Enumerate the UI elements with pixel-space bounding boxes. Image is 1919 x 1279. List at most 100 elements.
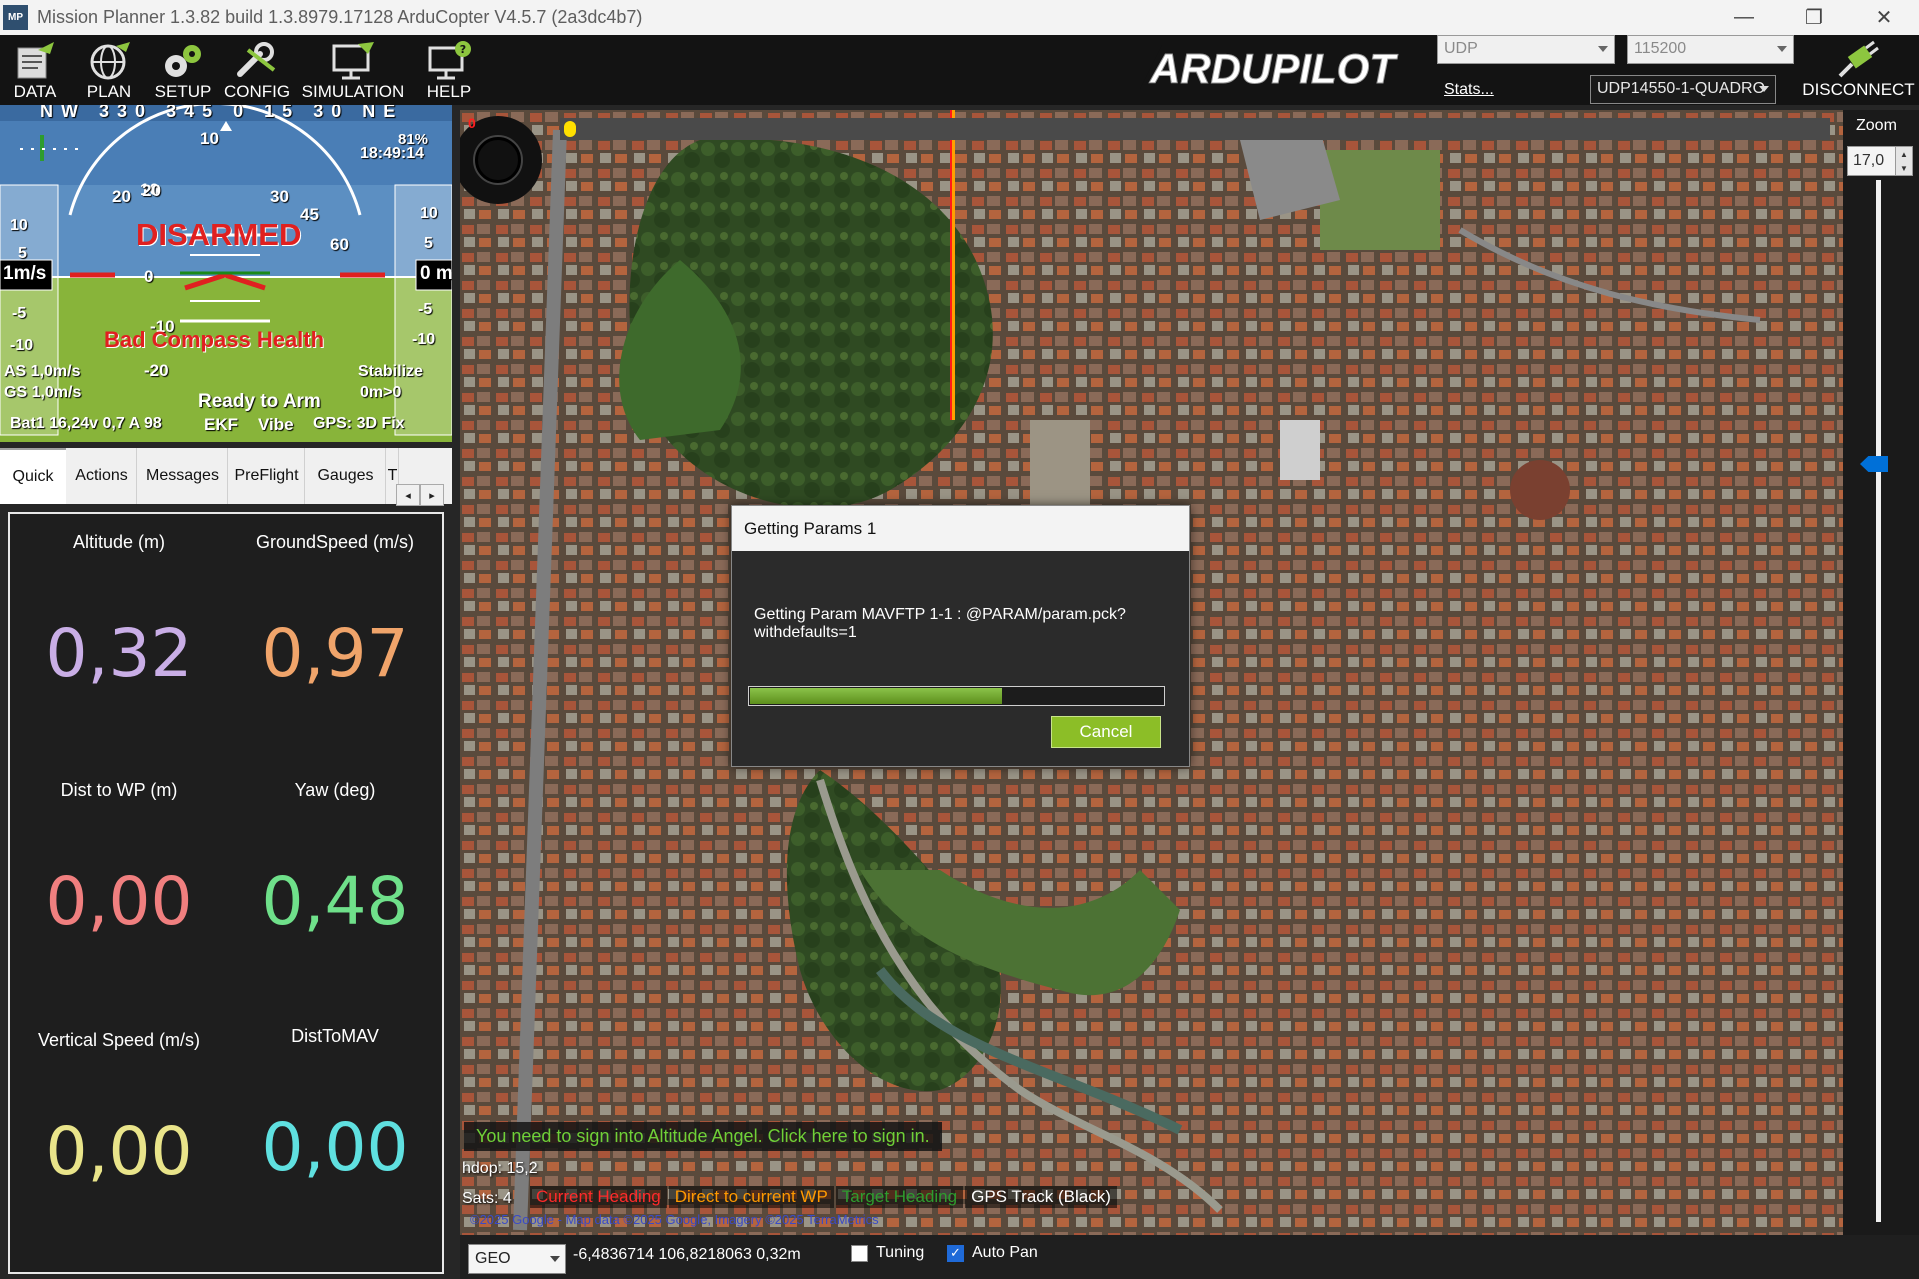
svg-text:?: ? [460, 43, 466, 56]
connection-type-select[interactable]: UDP [1437, 35, 1615, 64]
monitor-help-icon: ? [428, 41, 471, 80]
chevron-down-icon [1598, 46, 1608, 52]
zoom-label: Zoom [1856, 117, 1897, 134]
speed-tick-minus5: -5 [12, 305, 27, 322]
alt-tick-minus5: -5 [418, 301, 433, 318]
menu-data-label: DATA [13, 82, 57, 101]
alt-tick-10: 10 [420, 205, 438, 222]
map-legend: Current Heading Direct to current WP Tar… [530, 1186, 1119, 1208]
tab-preflight[interactable]: PreFlight [229, 448, 305, 504]
tuning-checkbox[interactable]: Tuning [851, 1244, 924, 1262]
autopan-checkbox[interactable]: ✓ Auto Pan [947, 1244, 1038, 1262]
getting-params-dialog: Getting Params 1 Getting Param MAVFTP 1-… [731, 505, 1190, 767]
health-warning: Bad Compass Health [104, 327, 325, 352]
quick-view-panel: Altitude (m) 0,32 GroundSpeed (m/s) 0,97… [8, 512, 444, 1274]
menu-config-button[interactable]: CONFIG [222, 38, 292, 104]
compass-15: 15 [264, 105, 301, 121]
pitch-label-0: 0 [144, 267, 154, 286]
roll-label-30: 30 [270, 187, 289, 206]
coord-system-select[interactable]: GEO [468, 1244, 566, 1274]
hud-compass-strip: NW 330 345 0 15 30 NE [40, 105, 403, 122]
quick-label-dist-to-wp: Dist to WP (m) [60, 780, 178, 800]
window-title: Mission Planner 1.3.82 build 1.3.8979.17… [37, 7, 643, 27]
menu-plan-label: PLAN [86, 82, 132, 101]
roll-label-60: 60 [330, 235, 349, 254]
ekf-button[interactable]: EKF [204, 415, 238, 435]
tab-gauges[interactable]: Gauges [306, 448, 386, 504]
stats-link[interactable]: Stats... [1444, 81, 1494, 99]
quick-value-groundspeed: 0,97 [261, 615, 409, 692]
quick-cell-dist-to-mav[interactable]: DistToMAV 0,00 [228, 1026, 442, 1186]
hud-time: 18:49:14 [360, 145, 425, 162]
quick-cell-vertical-speed[interactable]: Vertical Speed (m/s) 0,00 [12, 1030, 226, 1190]
tab-scroll-buttons: ◂ ▸ [396, 484, 446, 506]
quick-value-vertical-speed: 0,00 [45, 1113, 193, 1190]
params-progress-bar [748, 686, 1165, 706]
maximize-button[interactable]: ❐ [1779, 0, 1849, 35]
compass-30: 30 [313, 105, 350, 121]
altitude-readout: 0 m [420, 263, 452, 284]
quick-cell-dist-to-wp[interactable]: Dist to WP (m) 0,00 [12, 780, 226, 940]
tab-scroll-left-button[interactable]: ◂ [396, 484, 420, 506]
tab-messages[interactable]: Messages [138, 448, 228, 504]
quick-cell-altitude[interactable]: Altitude (m) 0,32 [12, 532, 226, 692]
menu-plan-button[interactable]: PLAN [78, 38, 140, 104]
ardupilot-logo: ARDUPILOT [1140, 45, 1436, 93]
quick-value-yaw: 0,48 [261, 863, 409, 940]
check-icon[interactable]: ✓ [947, 1244, 964, 1262]
legend-target-heading: Target Heading [835, 1186, 964, 1208]
quick-cell-yaw[interactable]: Yaw (deg) 0,48 [228, 780, 442, 940]
mission-planner-window: MP Mission Planner 1.3.82 build 1.3.8979… [0, 0, 1919, 1279]
dialog-title: Getting Params 1 [732, 506, 1189, 551]
chevron-up-icon[interactable]: ▲ [1900, 150, 1908, 159]
distance-readout: 0m>0 [360, 384, 402, 401]
chevron-down-icon [1777, 46, 1787, 52]
slider-handle[interactable] [564, 121, 576, 137]
menu-data-button[interactable]: DATA [2, 38, 68, 104]
tuning-checkbox-box[interactable] [851, 1244, 868, 1262]
altitude-angel-signin-link[interactable]: You need to sign into Altitude Angel. Cl… [464, 1122, 942, 1151]
menu-setup-button[interactable]: SETUP [150, 38, 216, 104]
cancel-button[interactable]: Cancel [1051, 716, 1161, 748]
compass-330: 330 [99, 105, 154, 121]
legend-gps-track: GPS Track (Black) [965, 1186, 1117, 1208]
menu-setup-label: SETUP [154, 82, 212, 101]
quick-label-altitude: Altitude (m) [72, 532, 166, 552]
chevron-down-icon [550, 1256, 560, 1262]
timeline-slider[interactable] [560, 118, 1830, 140]
chevron-down-icon[interactable]: ▼ [1900, 164, 1908, 173]
minimize-button[interactable]: — [1709, 0, 1779, 35]
disconnect-button[interactable]: DISCONNECT [1800, 38, 1917, 104]
battery-readout: Bat1 16,24v 0,7 A 98 [10, 415, 162, 432]
zoom-track[interactable] [1876, 180, 1881, 1222]
alt-tick-5: 5 [424, 235, 433, 252]
quick-value-altitude: 0,32 [45, 615, 193, 692]
left-tabs: Quick Actions Messages PreFlight Gauges … [0, 448, 452, 504]
connection-profile-select[interactable]: UDP14550-1-QUADRO [1590, 75, 1776, 104]
baud-rate-select[interactable]: 115200 [1627, 35, 1794, 64]
compass-345: 345 [166, 105, 221, 121]
zoom-input[interactable]: 17,0 [1847, 146, 1897, 176]
groundspeed-readout: GS 1,0m/s [4, 384, 82, 401]
globe-icon [90, 42, 130, 80]
menu-simulation-button[interactable]: SIMULATION [298, 38, 408, 104]
gps-status: GPS: 3D Fix [313, 415, 405, 432]
quick-label-yaw: Yaw (deg) [294, 780, 376, 800]
tab-quick[interactable]: Quick [0, 448, 66, 504]
quick-label-groundspeed: GroundSpeed (m/s) [255, 532, 415, 552]
close-button[interactable]: ✕ [1849, 0, 1919, 35]
menu-help-button[interactable]: ? HELP [416, 38, 482, 104]
cursor-coordinates: -6,4836714 106,8218063 0,32m [573, 1246, 801, 1263]
app-icon: MP [3, 5, 28, 30]
monitor-plane-icon [332, 42, 374, 80]
disconnect-label: DISCONNECT [1802, 80, 1915, 99]
flight-hud[interactable]: NW 330 345 0 15 30 NE 81% 18:49:14 10 20… [0, 105, 452, 442]
quick-cell-groundspeed[interactable]: GroundSpeed (m/s) 0,97 [228, 532, 442, 692]
tab-scroll-right-button[interactable]: ▸ [420, 484, 444, 506]
tab-actions[interactable]: Actions [67, 448, 137, 504]
zoom-stepper[interactable]: ▲ ▼ [1895, 146, 1913, 176]
slider-marker: 0 [468, 115, 476, 131]
roll-label-20: 20 [112, 187, 131, 206]
vibe-button[interactable]: Vibe [258, 415, 294, 435]
data-icon [17, 42, 54, 79]
